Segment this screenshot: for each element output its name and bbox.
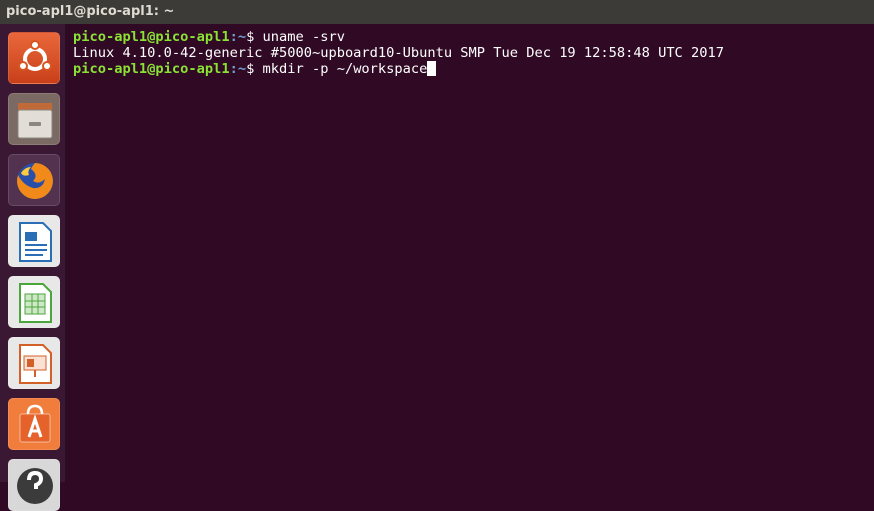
text-cursor	[427, 61, 437, 77]
launcher-item-calc[interactable]	[8, 276, 60, 328]
command-output: Linux 4.10.0-42-generic #5000~upboard10-…	[73, 44, 725, 61]
software-bag-icon	[19, 404, 51, 443]
file-cabinet-icon	[17, 103, 53, 139]
prompt-user-host: pico-apl1@pico-apl1	[73, 29, 230, 45]
firefox-icon	[16, 163, 53, 199]
prompt-user-host: pico-apl1@pico-apl1	[73, 61, 230, 78]
command-input[interactable]: mkdir -p ~/workspace	[263, 61, 428, 78]
launcher-item-dash[interactable]	[8, 32, 60, 84]
prompt-symbol: $	[246, 61, 263, 78]
prompt-cwd: :~	[229, 61, 247, 78]
launcher-item-writer[interactable]	[8, 215, 60, 267]
launcher-item-firefox[interactable]	[8, 154, 60, 206]
help-icon	[17, 468, 53, 504]
prompt-cwd: :~	[229, 29, 247, 45]
launcher-item-files[interactable]	[8, 93, 60, 145]
spreadsheet-calc-icon	[19, 283, 52, 323]
launcher-item-software[interactable]	[8, 398, 60, 450]
launcher-item-help[interactable]	[8, 459, 60, 511]
launcher-item-impress[interactable]	[8, 337, 60, 389]
ubuntu-logo-icon	[18, 40, 52, 71]
window-title: pico-apl1@pico-apl1: ~	[0, 0, 874, 24]
presentation-impress-icon	[19, 344, 52, 384]
launcher-bar	[0, 24, 66, 511]
prompt-symbol: $	[246, 29, 263, 45]
terminal-output[interactable]: pico-apl1@pico-apl1:~$ uname -srv Linux 4…	[73, 29, 870, 482]
terminal-line-2: Linux 4.10.0-42-generic #5000~upboard10-…	[73, 44, 870, 62]
document-writer-icon	[19, 222, 52, 262]
terminal-line-1: pico-apl1@pico-apl1:~$ uname -srv	[73, 29, 870, 46]
command-text: uname -srv	[262, 29, 345, 45]
terminal-line-3: pico-apl1@pico-apl1:~$ mkdir -p ~/worksp…	[73, 61, 870, 78]
